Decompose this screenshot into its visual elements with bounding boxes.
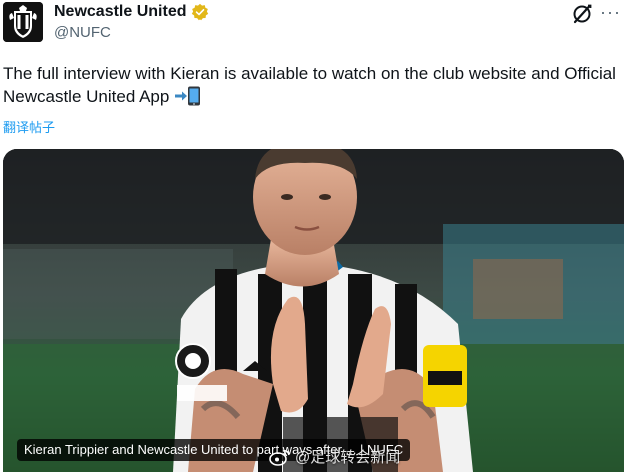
display-name[interactable]: Newcastle United (54, 3, 186, 21)
mobile-phone-arrow-icon (175, 86, 201, 106)
post-header: Newcastle United @NUFC ··· (0, 0, 626, 52)
post-text-content: The full interview with Kieran is availa… (3, 64, 616, 106)
nufc-crest-icon (3, 2, 43, 42)
watermark: @足球转会新闻 (269, 446, 400, 467)
name-row: Newcastle United (54, 2, 209, 22)
weibo-logo-icon (269, 449, 290, 466)
watermark-text: @足球转会新闻 (295, 449, 401, 466)
grok-icon[interactable] (571, 3, 593, 25)
player-photo (3, 149, 624, 472)
translate-post-link[interactable]: 翻译帖子 (3, 117, 55, 136)
more-options-button[interactable]: ··· (600, 3, 624, 25)
link-card-media[interactable]: Kieran Trippier and Newcastle United to … (3, 149, 624, 472)
user-handle[interactable]: @NUFC (54, 24, 111, 41)
post-text: The full interview with Kieran is availa… (3, 62, 623, 108)
avatar[interactable] (3, 2, 43, 42)
verified-badge-icon (192, 3, 209, 21)
